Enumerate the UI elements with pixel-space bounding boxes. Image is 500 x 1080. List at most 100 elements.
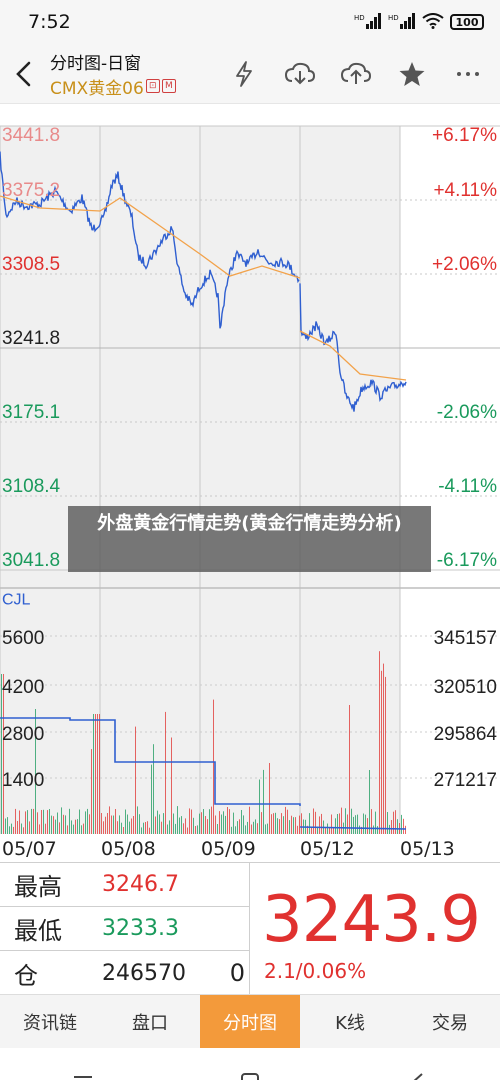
- intraday-chart[interactable]: 3441.8 3375.2 3308.5 3241.8 3175.1 3108.4 3041…: [0, 104, 500, 834]
- volume-bar: [383, 663, 384, 834]
- nav-back-button[interactable]: [402, 1060, 432, 1080]
- volume-bar: [331, 814, 332, 834]
- volume-bar: [223, 811, 224, 834]
- home-button[interactable]: [235, 1060, 265, 1080]
- volume-bar: [369, 770, 370, 834]
- volume-bar: [111, 815, 112, 834]
- volume-bar: [309, 813, 310, 834]
- volume-bar: [69, 808, 70, 834]
- m-badge: M: [161, 79, 176, 93]
- volume-bar: [37, 812, 38, 834]
- volume-bar: [1, 674, 2, 834]
- volume-bar: [147, 821, 148, 834]
- volume-bar: [353, 816, 354, 834]
- position-tick-label: 345157: [434, 628, 497, 649]
- cloud-download-button[interactable]: [278, 52, 322, 96]
- volume-bar: [45, 823, 46, 834]
- tab-trade[interactable]: 交易: [400, 995, 500, 1048]
- signal-icon: HD: [354, 12, 382, 32]
- volume-bar: [201, 812, 202, 834]
- volume-bar: [381, 670, 382, 834]
- volume-bar: [351, 808, 352, 834]
- volume-bar: [349, 705, 350, 834]
- volume-bar: [267, 823, 268, 834]
- volume-bar: [251, 824, 252, 834]
- volume-bar: [337, 814, 338, 834]
- volume-bar: [75, 819, 76, 834]
- volume-bar: [241, 810, 242, 834]
- status-bar: 7:52 HD HD 100: [0, 0, 500, 44]
- flash-button[interactable]: [222, 52, 266, 96]
- tab-kline[interactable]: K线: [300, 995, 400, 1048]
- volume-bar: [397, 819, 398, 834]
- position-tick-label: 320510: [434, 677, 497, 698]
- volume-bar: [13, 826, 14, 834]
- menu-icon: [74, 1076, 93, 1078]
- price-change: 2.1/0.06%: [264, 959, 367, 983]
- tab-orderbook[interactable]: 盘口: [100, 995, 200, 1048]
- header: 分时图-日窗 CMX黄金06 ⊡ M: [0, 44, 500, 104]
- quote-panel: 最高 3246.7 最低 3233.3 仓 246570 0 3243.9 2.…: [0, 862, 500, 995]
- volume-bar: [273, 813, 274, 834]
- volume-bar: [73, 824, 74, 834]
- volume-bar: [277, 818, 278, 834]
- volume-bar: [65, 815, 66, 834]
- more-button[interactable]: [446, 52, 490, 96]
- low-value: 3233.3: [102, 916, 179, 941]
- volume-bar: [107, 813, 108, 834]
- volume-bar: [43, 809, 44, 834]
- volume-bar: [129, 821, 130, 834]
- position-row: 仓 246570 0: [0, 951, 250, 995]
- volume-bar: [401, 814, 402, 834]
- volume-bar: [189, 808, 190, 834]
- volume-bar: [221, 814, 222, 834]
- volume-bar: [405, 825, 406, 834]
- tab-intraday[interactable]: 分时图: [200, 995, 300, 1048]
- volume-bar: [249, 806, 250, 834]
- volume-tick-label: 5600: [2, 628, 44, 649]
- price-tick-label: 3175.1: [2, 402, 60, 423]
- volume-bar: [5, 818, 6, 834]
- volume-bar: [259, 779, 260, 834]
- favorite-button[interactable]: [390, 52, 434, 96]
- volume-bar: [167, 824, 168, 834]
- volume-bar: [135, 726, 136, 834]
- volume-bar: [311, 827, 312, 834]
- volume-bar: [347, 814, 348, 834]
- volume-bar: [121, 822, 122, 834]
- hd-label-1: HD: [354, 14, 365, 22]
- volume-bar: [211, 806, 212, 834]
- back-button[interactable]: [2, 52, 46, 96]
- volume-bar: [315, 811, 316, 834]
- system-navbar: [0, 1048, 500, 1080]
- volume-bar: [59, 822, 60, 834]
- price-tick-label: 3308.5: [2, 254, 60, 275]
- volume-bar: [31, 808, 32, 834]
- volume-bar: [71, 820, 72, 834]
- cloud-upload-button[interactable]: [334, 52, 378, 96]
- volume-bar: [219, 811, 220, 834]
- status-time: 7:52: [28, 11, 71, 33]
- volume-bar: [67, 825, 68, 834]
- volume-bar: [359, 825, 360, 834]
- recent-apps-button[interactable]: [68, 1060, 98, 1080]
- volume-bar: [179, 817, 180, 834]
- volume-bar: [127, 814, 128, 834]
- volume-bar: [265, 824, 266, 834]
- market-badge-icon: ⊡: [145, 79, 160, 93]
- volume-bar: [79, 809, 80, 834]
- more-icon: [457, 71, 479, 76]
- volume-bar: [87, 808, 88, 834]
- volume-bar: [209, 809, 210, 834]
- high-label: 最高: [14, 873, 62, 901]
- low-row: 最低 3233.3: [0, 907, 250, 951]
- volume-bar: [15, 808, 16, 834]
- position-label: 仓: [14, 961, 38, 990]
- date-label: 05/07: [2, 838, 57, 860]
- volume-bar: [253, 821, 254, 834]
- volume-bar: [403, 818, 404, 834]
- tab-news[interactable]: 资讯链: [0, 995, 100, 1048]
- volume-bar: [229, 809, 230, 834]
- volume-bar: [109, 806, 110, 834]
- wifi-icon: [422, 12, 444, 32]
